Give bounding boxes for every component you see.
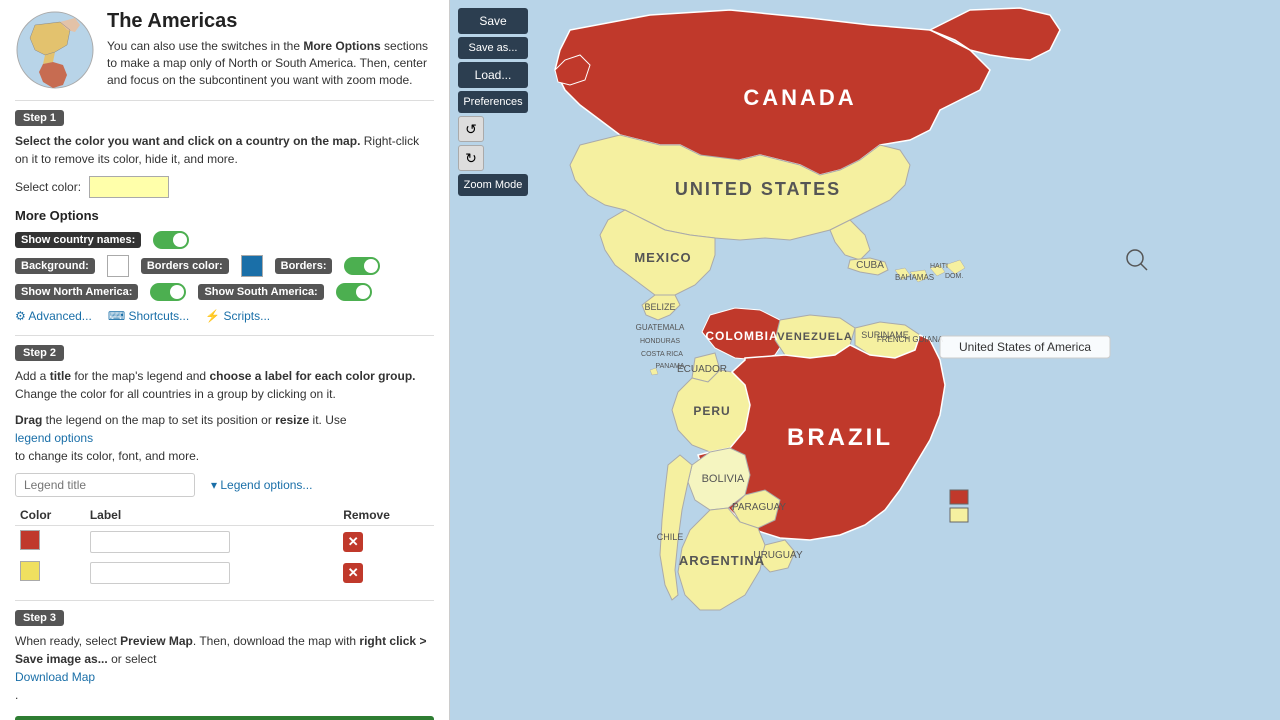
borders-toggle[interactable] (344, 257, 380, 275)
color-select-row: Select color: (15, 176, 434, 198)
show-country-names-row: Show country names: (15, 231, 434, 249)
map-title: The Americas (107, 10, 434, 33)
scripts-link[interactable]: ⚡ Scripts... (205, 309, 270, 323)
legend-options-link[interactable]: ▾ Legend options... (211, 478, 312, 492)
borders-color-swatch[interactable] (241, 255, 263, 277)
map-svg-container: CANADA UNITED STATES MEXICO CUBA BAHAMAS… (450, 0, 1280, 720)
legend-title-input[interactable] (15, 473, 195, 497)
usa-label: UNITED STATES (675, 179, 841, 199)
background-color-swatch[interactable] (107, 255, 129, 277)
background-row: Background: Borders color: Borders: (15, 255, 434, 277)
preferences-button[interactable]: Preferences (458, 91, 528, 113)
step2-section: Step 2 Add a title for the map's legend … (15, 344, 434, 588)
table-row: ✕ (15, 557, 434, 588)
col-header-label: Label (85, 505, 338, 526)
haiti-label: HAITI (930, 263, 948, 270)
legend-label-input-1[interactable] (90, 531, 230, 553)
brazil-label: BRAZIL (787, 424, 893, 451)
chile-label: CHILE (657, 532, 684, 542)
belize-label: BELIZE (644, 302, 675, 312)
costarica-label: COSTA RICA (641, 351, 683, 358)
save-button[interactable]: Save (458, 8, 528, 34)
step1-badge: Step 1 (15, 110, 64, 126)
map-tooltip-text: United States of America (959, 340, 1091, 354)
links-row: ⚙ Advanced... ⌨ Shortcuts... ⚡ Scripts..… (15, 309, 434, 323)
tool-buttons: Save Save as... Load... Preferences ↺ ↻ … (458, 8, 528, 196)
legend-table: Color Label Remove ✕ ✕ (15, 505, 434, 588)
legend-color-swatch-2[interactable] (20, 561, 40, 581)
map-area: Save Save as... Load... Preferences ↺ ↻ … (450, 0, 1280, 720)
redo-button[interactable]: ↻ (458, 145, 484, 171)
background-label: Background: (15, 258, 95, 274)
load-button[interactable]: Load... (458, 62, 528, 88)
globe-icon (15, 10, 95, 90)
col-header-color: Color (15, 505, 85, 526)
step2-badge: Step 2 (15, 345, 64, 361)
show-south-toggle[interactable] (336, 283, 372, 301)
table-row: ✕ (15, 526, 434, 558)
mexico-label: MEXICO (634, 250, 691, 265)
show-country-names-toggle[interactable] (153, 231, 189, 249)
more-options-title: More Options (15, 208, 434, 223)
legend-color-swatch-1[interactable] (20, 530, 40, 550)
step3-description: When ready, select Preview Map. Then, do… (15, 632, 434, 704)
header-description: You can also use the switches in the Mor… (107, 38, 434, 88)
remove-row-button-2[interactable]: ✕ (343, 563, 363, 583)
step3-badge: Step 3 (15, 610, 64, 626)
fg-label: FRENCH GUIANA (877, 335, 944, 344)
header-row: The Americas You can also use the switch… (15, 10, 434, 90)
shortcuts-link[interactable]: ⌨ Shortcuts... (108, 309, 189, 323)
show-north-label: Show North America: (15, 284, 138, 300)
argentina-label: ARGENTINA (679, 553, 765, 568)
step1-description: Select the color you want and click on a… (15, 132, 434, 168)
borders-color-label: Borders color: (141, 258, 229, 274)
save-as-button[interactable]: Save as... (458, 37, 528, 59)
remove-row-button-1[interactable]: ✕ (343, 532, 363, 552)
download-map-link[interactable]: Download Map (15, 668, 434, 686)
honduras-label: HONDURAS (640, 338, 680, 345)
options-grid: Show country names: Background: Borders … (15, 231, 434, 301)
show-country-names-label: Show country names: (15, 232, 141, 248)
preview-map-button[interactable]: PREVIEW MAP (15, 716, 434, 720)
header-text: The Americas You can also use the switch… (107, 10, 434, 88)
dr-label: DOM. (945, 273, 963, 280)
peru-label: PERU (693, 404, 730, 418)
guatemala-label: GUATEMALA (636, 323, 685, 332)
uruguay-label: URUGUAY (753, 550, 803, 561)
canada-label: CANADA (743, 85, 856, 110)
zoom-mode-button[interactable]: Zoom Mode (458, 174, 528, 196)
legend-label-input-2[interactable] (90, 562, 230, 584)
bahamas-label: BAHAMAS (895, 273, 934, 282)
select-color-label: Select color: (15, 180, 81, 194)
legend-options-link-inline[interactable]: legend options (15, 429, 434, 447)
show-north-toggle[interactable] (150, 283, 186, 301)
cuba-label: CUBA (856, 260, 884, 271)
venezuela-label: VENEZUELA (777, 331, 853, 343)
show-south-label: Show South America: (198, 284, 323, 300)
bolivia-label: BOLIVIA (702, 473, 745, 485)
step1-section: Step 1 Select the color you want and cli… (15, 109, 434, 323)
undo-button[interactable]: ↺ (458, 116, 484, 142)
step3-section: Step 3 When ready, select Preview Map. T… (15, 609, 434, 704)
advanced-link[interactable]: ⚙ Advanced... (15, 309, 92, 323)
color-picker[interactable] (89, 176, 169, 198)
colombia-label: COLOMBIA (705, 329, 778, 343)
ecuador-label: ECUADOR (677, 364, 727, 375)
north-south-row: Show North America: Show South America: (15, 283, 434, 301)
paraguay-label: PARAGUAY (732, 502, 786, 513)
col-header-remove: Remove (338, 505, 434, 526)
step2-desc1: Add a title for the map's legend and cho… (15, 367, 434, 403)
left-panel: The Americas You can also use the switch… (0, 0, 450, 720)
step2-desc2: Drag the legend on the map to set its po… (15, 411, 434, 465)
borders-label: Borders: (275, 258, 333, 274)
